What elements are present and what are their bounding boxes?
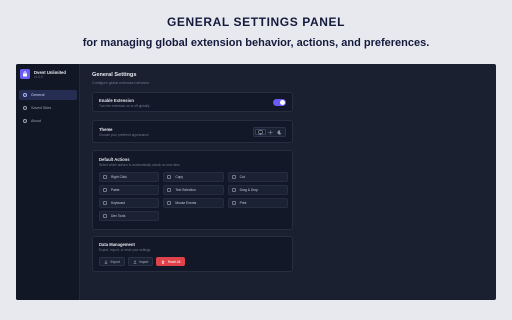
extension-window: Dvent Unlimited v1.0.0 General Saved Sit… [16, 64, 496, 300]
action-label: Copy [175, 175, 184, 179]
trash-icon [161, 259, 165, 264]
app-name: Dvent Unlimited [34, 70, 66, 75]
action-print[interactable]: Print [227, 198, 288, 208]
action-label: Keyboard [111, 201, 126, 205]
theme-selector [253, 127, 286, 137]
theme-title: Theme [99, 127, 113, 132]
checkbox[interactable] [167, 188, 172, 192]
import-button[interactable]: Import [127, 257, 154, 266]
enable-desc: Turn the extension on or off globally [99, 104, 150, 108]
page-title: General Settings [92, 72, 137, 78]
checkbox[interactable] [167, 175, 172, 179]
globe-icon [23, 106, 27, 110]
checkbox[interactable] [231, 188, 236, 192]
info-icon [23, 119, 27, 123]
action-paste[interactable]: Paste [99, 185, 160, 195]
enable-title: Enable Extension [99, 98, 134, 103]
checkbox[interactable] [231, 175, 236, 179]
action-label: Cut [239, 175, 245, 179]
actions-grid: Right Click Copy Cut Paste Text Selectio… [99, 172, 288, 221]
sidebar-item-label: About [31, 119, 41, 123]
gear-icon [23, 93, 27, 97]
page-subtitle: Configure global extension behavior [92, 81, 150, 85]
theme-system-button[interactable] [255, 129, 266, 135]
theme-desc: Choose your preferred appearance [99, 133, 149, 137]
data-mgmt-desc: Export, import, or reset your settings [99, 248, 151, 252]
moon-icon [277, 129, 282, 134]
checkbox[interactable] [103, 201, 107, 205]
action-right-click[interactable]: Right Click [99, 172, 160, 182]
app-name-prefix: Dvent [34, 69, 46, 75]
action-label: Drag & Drop [239, 188, 258, 192]
actions-desc: Select which actions to automatically un… [99, 163, 180, 167]
main-content: General Settings Configure global extens… [80, 64, 496, 300]
action-cut[interactable]: Cut [227, 172, 288, 182]
download-icon [104, 259, 108, 264]
default-actions-card: Default Actions Select which actions to … [92, 150, 293, 230]
checkbox[interactable] [167, 201, 172, 205]
action-label: Mouse Events [175, 201, 197, 205]
sidebar-item-label: General [31, 93, 45, 97]
app-version: v1.0.0 [34, 74, 43, 79]
app-name-main: Unlimited [46, 69, 66, 75]
action-keyboard[interactable]: Keyboard [99, 198, 160, 208]
action-label: Print [239, 201, 247, 205]
lock-icon [20, 69, 30, 79]
data-management-card: Data Management Export, import, or reset… [92, 236, 293, 272]
monitor-icon [258, 130, 263, 135]
theme-light-button[interactable] [266, 129, 275, 135]
upload-icon [133, 259, 137, 264]
action-drag-drop[interactable]: Drag & Drop [227, 185, 288, 195]
action-dev-tools[interactable]: Dev Tools [99, 211, 160, 221]
sidebar-nav: General Saved Sites About [19, 90, 77, 129]
checkbox[interactable] [103, 214, 107, 218]
sidebar-item-general[interactable]: General [19, 90, 77, 100]
theme-dark-button[interactable] [275, 129, 284, 135]
export-button[interactable]: Export [99, 257, 125, 266]
banner-headline: GENERAL SETTINGS PANEL [166, 15, 346, 29]
action-text-selection[interactable]: Text Selection [163, 185, 224, 195]
action-mouse-events[interactable]: Mouse Events [163, 198, 224, 208]
actions-title: Default Actions [99, 157, 130, 162]
action-label: Text Selection [175, 188, 196, 192]
action-label: Paste [111, 188, 120, 192]
enable-extension-toggle[interactable] [273, 99, 286, 106]
reset-all-button[interactable]: Reset All [156, 257, 186, 266]
brand: Dvent Unlimited v1.0.0 [20, 69, 66, 79]
sidebar-item-saved-sites[interactable]: Saved Sites [19, 103, 77, 113]
action-label: Dev Tools [111, 214, 126, 218]
sidebar-item-about[interactable]: About [19, 116, 77, 126]
data-mgmt-buttons: Export Import Reset All [99, 257, 188, 266]
checkbox[interactable] [103, 188, 107, 192]
checkbox[interactable] [103, 175, 107, 179]
theme-card: Theme Choose your preferred appearance [92, 120, 293, 143]
action-label: Right Click [111, 175, 127, 179]
sidebar: Dvent Unlimited v1.0.0 General Saved Sit… [16, 64, 80, 300]
import-label: Import [139, 259, 149, 264]
data-mgmt-title: Data Management [99, 242, 135, 247]
toggle-knob [280, 100, 285, 105]
export-label: Export [110, 259, 120, 264]
checkbox[interactable] [231, 201, 236, 205]
sidebar-item-label: Saved Sites [31, 106, 52, 110]
reset-label: Reset All [167, 259, 181, 264]
enable-extension-card: Enable Extension Turn the extension on o… [92, 92, 293, 112]
banner-subline: for managing global extension behavior, … [82, 37, 430, 49]
action-copy[interactable]: Copy [163, 172, 224, 182]
sun-icon [268, 129, 273, 135]
